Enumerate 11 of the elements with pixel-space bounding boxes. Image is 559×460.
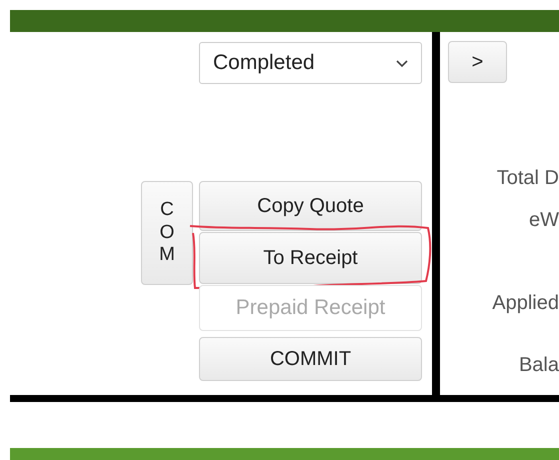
- commit-side-button[interactable]: COM: [141, 181, 193, 285]
- summary-label: Applied: [492, 291, 559, 315]
- copy-quote-button[interactable]: Copy Quote: [199, 181, 422, 231]
- summary-label: Total D: [496, 166, 559, 190]
- commit-button[interactable]: COMMIT: [199, 337, 422, 381]
- to-receipt-button[interactable]: To Receipt: [199, 232, 422, 284]
- summary-label: Bala: [518, 353, 559, 377]
- status-dropdown[interactable]: Completed: [199, 42, 422, 84]
- next-button[interactable]: >: [448, 41, 507, 83]
- summary-label: eW: [529, 208, 559, 232]
- chevron-down-icon: [395, 58, 409, 68]
